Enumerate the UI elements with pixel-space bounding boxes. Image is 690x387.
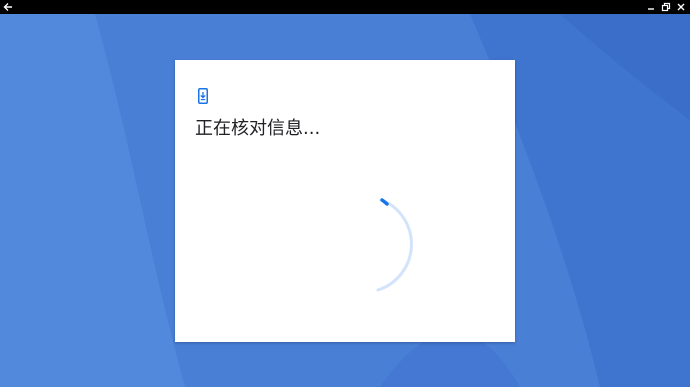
back-button[interactable] xyxy=(1,0,15,14)
minimize-icon xyxy=(648,8,654,10)
restore-button[interactable] xyxy=(659,0,673,14)
close-button[interactable] xyxy=(674,0,688,14)
window-title-bar xyxy=(0,0,690,14)
loading-spinner xyxy=(376,198,413,292)
minimize-button[interactable] xyxy=(644,0,658,14)
close-icon xyxy=(677,3,685,11)
restore-icon xyxy=(661,2,671,12)
arrow-left-icon xyxy=(3,3,12,11)
phone-download-icon xyxy=(198,88,208,104)
verification-dialog: 正在核对信息... xyxy=(175,60,515,342)
desktop-background: 正在核对信息... xyxy=(0,0,690,387)
dialog-title: 正在核对信息... xyxy=(195,118,321,139)
